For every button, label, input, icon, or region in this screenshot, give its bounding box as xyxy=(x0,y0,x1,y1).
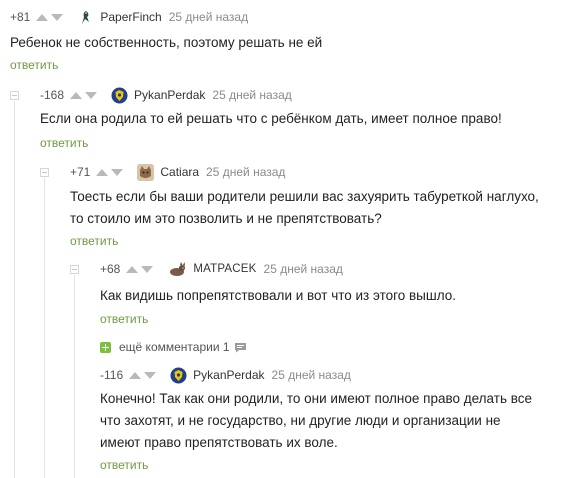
reply-link[interactable]: ответить xyxy=(70,234,118,248)
comment-time[interactable]: 25 дней назад xyxy=(272,368,351,382)
shield-badge-icon xyxy=(170,367,187,383)
comment-time[interactable]: 25 дней назад xyxy=(206,165,285,179)
user-avatar[interactable] xyxy=(111,86,129,104)
username[interactable]: Catiara xyxy=(160,165,199,179)
collapse-thread-button[interactable] xyxy=(40,168,49,177)
vote-controls xyxy=(96,168,124,176)
comment-text: Как видишь попрепятствовали и вот что из… xyxy=(100,285,456,307)
upvote-icon[interactable] xyxy=(126,265,139,273)
downvote-icon[interactable] xyxy=(144,371,157,379)
collapse-thread-button[interactable] xyxy=(70,265,79,274)
reply-link[interactable]: ответить xyxy=(10,58,58,72)
thread-line-level-2 xyxy=(44,178,45,478)
reply-link[interactable]: ответить xyxy=(100,312,148,326)
comment-text: Если она родила то ей решать что с ребён… xyxy=(40,108,502,130)
shield-badge-icon xyxy=(111,87,128,103)
upvote-icon[interactable] xyxy=(129,371,142,379)
comment-text-line: имеют право препятствовать их воле. xyxy=(100,435,338,450)
expand-plus-icon xyxy=(100,341,111,353)
more-comments-link[interactable]: ещё комментарии 1 xyxy=(100,340,247,354)
comment-text-line: что захотят, и не государство, ни другие… xyxy=(100,413,501,428)
user-avatar[interactable] xyxy=(77,8,95,26)
comment-header: +81 PaperFinch 25 дней назад xyxy=(10,8,248,26)
cat-avatar-icon xyxy=(137,163,155,181)
username[interactable]: PykanPerdak xyxy=(193,368,264,382)
comment-text-line: то стоило им это позволить и не препятст… xyxy=(70,211,382,226)
user-avatar[interactable] xyxy=(167,260,188,278)
downvote-icon[interactable] xyxy=(51,13,64,21)
comment-header: +71 Catiara 25 дней назад xyxy=(70,163,285,181)
comment-bubble-icon xyxy=(234,342,246,352)
upvote-icon[interactable] xyxy=(96,168,109,176)
thread-line-level-1 xyxy=(14,101,15,478)
comment-text: Конечно! Так как они родили, то они имею… xyxy=(100,388,532,454)
user-avatar[interactable] xyxy=(137,163,155,181)
more-comments-label: ещё комментарии 1 xyxy=(119,340,230,354)
comment-text-line: Как видишь попрепятствовали и вот что из… xyxy=(100,288,457,303)
reply-link[interactable]: ответить xyxy=(100,458,148,472)
downvote-icon[interactable] xyxy=(85,91,98,99)
comment-rating: -168 xyxy=(40,88,65,102)
comment-text: Тоесть если бы ваши родители решили вас … xyxy=(70,186,539,230)
vote-controls xyxy=(129,371,157,379)
username[interactable]: MATPACEK xyxy=(193,263,256,275)
vote-controls xyxy=(36,13,64,21)
comment-time[interactable]: 25 дней назад xyxy=(212,88,291,102)
comment-text-line: Ребенок не собственность, поэтому решать… xyxy=(10,35,323,50)
collapse-thread-button[interactable] xyxy=(10,91,19,100)
comment-text: Ребенок не собственность, поэтому решать… xyxy=(10,32,322,54)
comment-text-line: Тоесть если бы ваши родители решили вас … xyxy=(70,189,539,204)
downvote-icon[interactable] xyxy=(141,265,154,273)
downvote-icon[interactable] xyxy=(111,168,124,176)
comment-header: -116 PykanPerdak 25 дней назад xyxy=(100,366,351,384)
thread-line-level-3 xyxy=(74,275,75,478)
username[interactable]: PaperFinch xyxy=(100,10,161,24)
comment-rating: +68 xyxy=(100,262,121,276)
upvote-icon[interactable] xyxy=(70,91,83,99)
vote-controls xyxy=(70,91,98,99)
comment-text-line: Конечно! Так как они родили, то они имею… xyxy=(100,391,533,406)
comment-text-line: Если она родила то ей решать что с ребён… xyxy=(40,111,502,126)
reply-link[interactable]: ответить xyxy=(40,136,88,150)
vote-controls xyxy=(126,265,154,273)
comment-time[interactable]: 25 дней назад xyxy=(169,10,248,24)
username[interactable]: PykanPerdak xyxy=(134,88,205,102)
comment-rating: +71 xyxy=(70,165,91,179)
comment-time[interactable]: 25 дней назад xyxy=(264,262,343,276)
comment-rating: +81 xyxy=(10,10,31,24)
comment-header: +68 MATPACEK 25 дней назад xyxy=(100,260,343,278)
upvote-icon[interactable] xyxy=(36,13,49,21)
comment-rating: -116 xyxy=(100,368,124,382)
user-avatar[interactable] xyxy=(170,366,188,384)
comment-header: -168 PykanPerdak 25 дней назад xyxy=(40,86,292,104)
bird-avatar-icon xyxy=(82,10,90,24)
animal-avatar-icon xyxy=(170,261,186,276)
